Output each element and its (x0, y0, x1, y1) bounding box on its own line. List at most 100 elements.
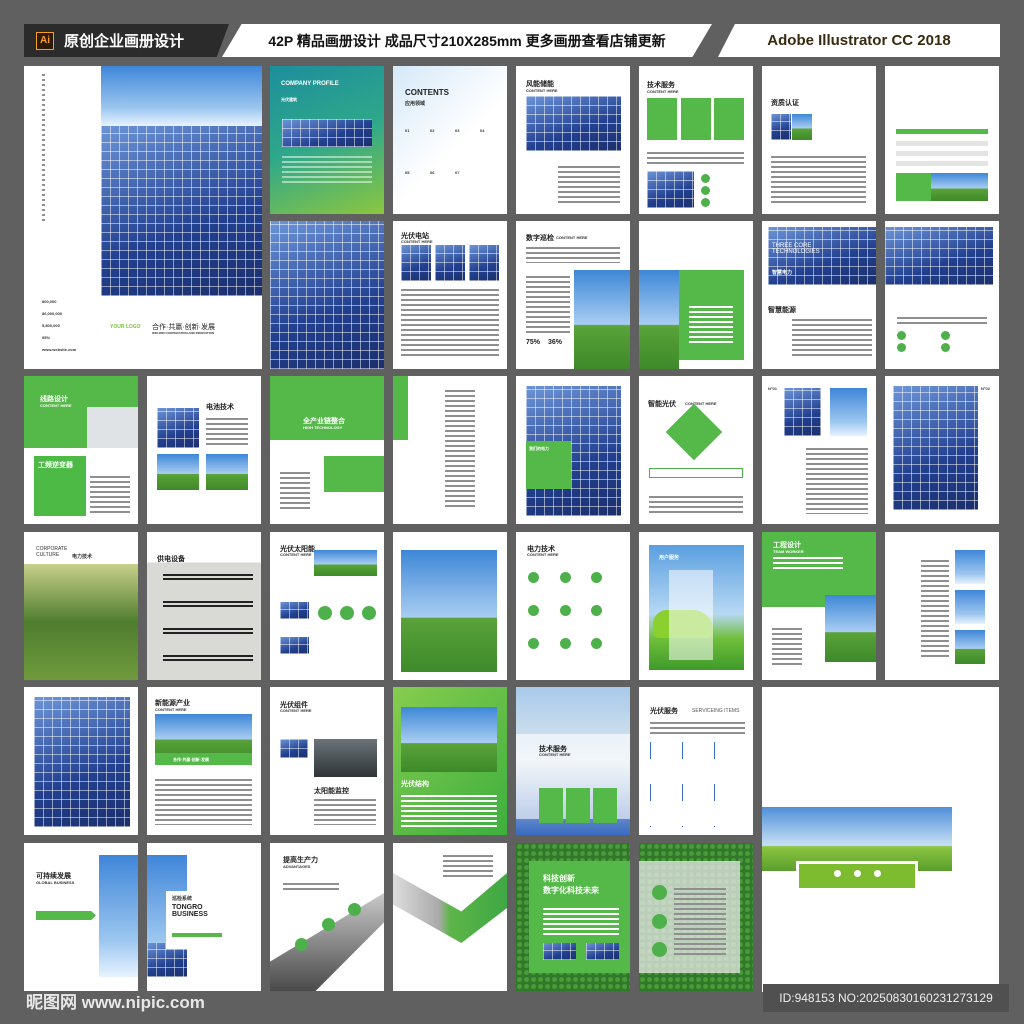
decor-block (324, 456, 384, 492)
page-what-we-do (885, 532, 999, 680)
circle-icon (528, 605, 539, 616)
text-lines (90, 476, 130, 514)
page-contents: CONTENTS 应用领域 01 02 03 04 05 06 07 (393, 66, 507, 214)
page-forest-list (639, 843, 753, 991)
circle-icon (340, 606, 354, 620)
decor-block (639, 270, 679, 369)
page-title: CONTENTS (405, 88, 449, 97)
page-corporate-culture: CORPORATE CULTURE 电力技术 (24, 532, 138, 680)
decor-block (893, 386, 978, 510)
decor-block (955, 550, 985, 584)
page-sustainable: 可持续发展 GLOBAL BUSINESS (24, 843, 138, 991)
decor-block (157, 454, 199, 490)
page-subtitle: HIGH TECHNOLOGY (303, 425, 343, 430)
decor-block (784, 388, 821, 436)
ev-charger-photo (87, 407, 138, 448)
decor-block (401, 707, 497, 772)
text-lines (206, 418, 248, 446)
page-power-tech: 电力技术 CONTENT HERE (516, 532, 630, 680)
text-lines (649, 496, 743, 514)
page-number: N°01 (768, 386, 777, 391)
phone-icon[interactable] (834, 870, 841, 877)
page-patrol-system: 巡检系统 TONGRO BUSINESS (147, 843, 261, 991)
text-lines (283, 883, 339, 893)
cover-spread: 800,000 86,000,000 5,800,000 95% www.web… (24, 66, 262, 369)
forest-photo (24, 564, 138, 680)
text-lines (401, 289, 499, 359)
decor-block (280, 637, 309, 654)
page-digital-inspection-right (639, 221, 753, 369)
page-pv-service: 光伏服务 SERVICEING ITEMS (639, 687, 753, 835)
text-lines (689, 306, 733, 346)
page-title: COMPANY PROFILE (281, 81, 339, 87)
circle-icon (701, 186, 710, 195)
section-title: 太阳能监控 (314, 788, 349, 795)
decor-block (543, 943, 576, 960)
page-no01: N°01 (762, 376, 876, 524)
page-subtitle: CONTENT HERE (401, 239, 433, 244)
decor-block (896, 173, 931, 201)
location-icon[interactable] (874, 870, 881, 877)
circle-icon (701, 174, 710, 183)
percent-value: 36% (548, 339, 563, 346)
circle-icon (560, 572, 571, 583)
decor-block (314, 739, 377, 777)
text-lines (526, 276, 570, 336)
page-wind-storage: 风能储能 CONTENT HERE (516, 66, 630, 214)
circle-icon (322, 918, 335, 931)
decor-block (539, 788, 563, 823)
page-subtitle: GLOBAL BUSINESS (36, 880, 75, 885)
page-subtitle: TEAM WORKER (773, 549, 804, 554)
photo (931, 173, 988, 201)
decor-block (830, 388, 867, 436)
page-wind-solar-photo (393, 532, 507, 680)
decor-block (314, 550, 377, 576)
decor-block (469, 245, 499, 281)
page-subtitle: 电力技术 (72, 554, 93, 560)
photo (792, 114, 812, 140)
page-user-service: 用户服务 (639, 532, 753, 680)
decor-block (825, 595, 876, 662)
text-lines (155, 779, 252, 825)
decor-block (955, 590, 985, 624)
decor-block (401, 550, 497, 672)
page-subtitle: CONTENT HERE (685, 401, 717, 406)
page-productivity: 提高生产力 ADVANTAGES (270, 843, 384, 991)
circle-icon (348, 903, 361, 916)
text-lines (282, 156, 372, 186)
decor-block (393, 376, 408, 440)
header-title-block: Ai 原创企业画册设计 (24, 24, 229, 57)
decor-block (681, 98, 711, 140)
page-line-design: 线路设计 CONTENT HERE 工频逆变器 (24, 376, 138, 524)
text-lines (647, 152, 744, 166)
circle-icon (591, 605, 602, 616)
decor-block (280, 602, 309, 619)
web-icon[interactable] (854, 870, 861, 877)
page-battery-tech: 电池技术 (147, 376, 261, 524)
text-lines (792, 319, 872, 359)
vertical-text (42, 74, 45, 224)
decor-block (280, 739, 308, 758)
page-subtitle: 应用领域 (405, 101, 426, 107)
circle-icon (941, 331, 950, 340)
circle-icon (701, 198, 710, 207)
page-tech-service-2: 技术服务 CONTENT HERE (516, 687, 630, 835)
stat: 95% (42, 335, 51, 340)
circle-icon (897, 331, 906, 340)
circle-icon (295, 938, 308, 951)
decor-block (593, 788, 617, 823)
text-lines (558, 166, 620, 206)
circle-icon (560, 638, 571, 649)
page-supply-equipment: 供电设备 (147, 532, 261, 680)
page-subtitle: 数字化科技未来 (543, 886, 599, 895)
text-lines (674, 888, 726, 958)
page-subtitle: TONGRO BUSINESS (172, 904, 208, 918)
watermark: 昵图网 www.nipic.com (26, 993, 205, 1012)
page-industry-chain-right (393, 376, 507, 524)
decor-block (714, 98, 744, 140)
toc-number: 07 (455, 170, 460, 175)
page-back-cover (762, 687, 999, 992)
toc-number: 06 (430, 170, 435, 175)
page-new-energy: 新能源产业 CONTENT HERE 合作·共赢·创新·发展 (147, 687, 261, 835)
text-lines (897, 317, 987, 327)
